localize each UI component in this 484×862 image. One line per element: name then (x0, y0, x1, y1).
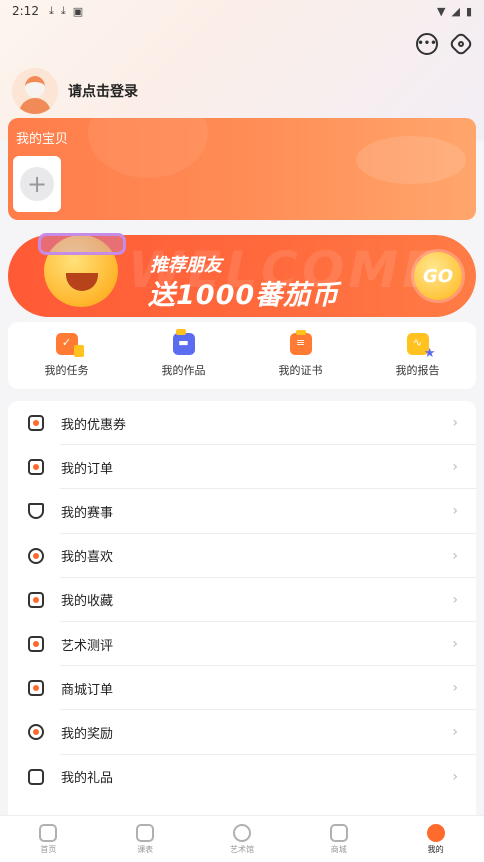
menu-item-competitions[interactable]: 我的赛事 › (8, 489, 476, 534)
plus-icon: + (20, 167, 54, 201)
menu-item-label: 我的订单 (61, 461, 114, 477)
quick-action-label: 我的任务 (44, 364, 89, 377)
quick-action-label: 我的证书 (278, 364, 323, 377)
order-icon (28, 459, 44, 476)
a-icon: ▣ (72, 4, 84, 18)
menu-item-label: 商城订单 (61, 682, 114, 698)
my-baby-card: 我的宝贝 + (8, 118, 476, 220)
tab-schedule[interactable]: 课表 (100, 823, 190, 855)
chevron-right-icon: › (452, 547, 458, 564)
tab-label: 我的 (427, 844, 444, 854)
reward-icon (28, 724, 44, 741)
report-icon: ∿ (406, 333, 436, 361)
chevron-right-icon: › (452, 591, 458, 608)
heart-icon (28, 547, 44, 564)
chevron-right-icon: › (452, 415, 458, 432)
shop-order-icon (28, 680, 44, 697)
menu-item-label: 我的奖励 (61, 726, 114, 742)
header-actions: ••• (416, 31, 474, 57)
tab-label: 商城 (330, 844, 347, 854)
works-icon: ▬ (172, 329, 195, 355)
emoji-mascot-icon (34, 229, 130, 311)
signal-icon: ◢ (451, 4, 460, 18)
bookmark-icon (28, 591, 44, 608)
menu-item-rewards[interactable]: 我的奖励 › (8, 710, 476, 755)
schedule-icon (136, 823, 155, 842)
menu-item-art-assessment[interactable]: 艺术测评 › (8, 622, 476, 667)
tab-home[interactable]: 首页 (3, 823, 93, 855)
add-baby-button[interactable]: + (13, 156, 61, 212)
quick-action-works[interactable]: ▬ 我的作品 (134, 329, 234, 378)
chevron-right-icon: › (452, 459, 458, 476)
tab-mine[interactable]: 我的 (391, 823, 481, 855)
avatar[interactable] (12, 68, 58, 114)
menu-item-label: 我的优惠券 (61, 417, 127, 433)
task-icon: ✓ (55, 333, 84, 357)
quick-actions: ✓ 我的任务 ▬ 我的作品 ≡ 我的证书 ∿ 我的报告 (8, 322, 476, 389)
quick-action-certificates[interactable]: ≡ 我的证书 (251, 330, 351, 378)
menu-item-label: 我的礼品 (61, 771, 114, 787)
palette-icon (232, 823, 251, 842)
quick-action-label: 我的作品 (161, 364, 206, 377)
download-icon: ⤓ (60, 4, 66, 17)
download-icon: ⤓ (48, 4, 54, 17)
bottom-tab-bar: 首页 课表 艺术馆 商城 我的 (0, 815, 484, 862)
gift-icon (28, 768, 44, 785)
tab-shop[interactable]: 商城 (294, 823, 384, 855)
tab-label: 首页 (40, 844, 57, 854)
menu-item-label: 我的收藏 (61, 594, 114, 610)
go-button[interactable]: GO (414, 252, 462, 300)
chevron-right-icon: › (452, 636, 458, 653)
banner-title: 送1000蕃茄币 (148, 280, 340, 311)
menu-item-favorites[interactable]: 我的收藏 › (8, 578, 476, 623)
menu-item-gifts[interactable]: 我的礼品 › (8, 755, 476, 799)
baby-card-title: 我的宝贝 (16, 132, 69, 147)
quick-action-label: 我的报告 (395, 364, 440, 377)
menu-item-coupons[interactable]: 我的优惠券 › (8, 401, 476, 446)
referral-banner[interactable]: WELCOME 推荐朋友 送1000蕃茄币 GO (8, 233, 476, 317)
menu-item-label: 艺术测评 (61, 638, 114, 654)
menu-item-label: 我的喜欢 (61, 550, 114, 566)
chevron-right-icon: › (452, 724, 458, 741)
profile-icon (426, 823, 445, 842)
status-time: 2:12 (12, 4, 39, 18)
certificate-icon: ≡ (289, 330, 312, 355)
tab-label: 艺术馆 (229, 844, 254, 854)
menu-item-shop-orders[interactable]: 商城订单 › (8, 666, 476, 711)
chevron-right-icon: › (452, 680, 458, 697)
quick-action-reports[interactable]: ∿ 我的报告 (368, 333, 468, 378)
wifi-icon: ▼ (437, 4, 446, 18)
battery-icon: ▮ (465, 4, 472, 18)
trophy-icon (28, 503, 44, 520)
assessment-icon (28, 636, 44, 653)
shop-icon (329, 823, 348, 842)
menu-item-orders[interactable]: 我的订单 › (8, 445, 476, 490)
tab-label: 课表 (137, 844, 154, 854)
quick-action-tasks[interactable]: ✓ 我的任务 (17, 333, 117, 378)
chevron-right-icon: › (452, 768, 458, 785)
login-link[interactable]: 请点击登录 (68, 81, 138, 101)
menu-item-label: 我的赛事 (61, 505, 114, 521)
profile-section[interactable]: 请点击登录 (12, 68, 138, 114)
home-icon (39, 823, 58, 842)
tab-art-gallery[interactable]: 艺术馆 (197, 823, 287, 855)
message-icon[interactable]: ••• (416, 33, 438, 55)
status-bar: 2:12 ⤓ ⤓ ▣ ▼ ◢ ▮ (0, 0, 484, 22)
chevron-right-icon: › (452, 503, 458, 520)
coupon-icon (28, 415, 44, 432)
menu-list: 我的优惠券 › 我的订单 › 我的赛事 › 我的喜欢 › 我的收藏 › 艺术测评… (8, 401, 476, 821)
menu-item-likes[interactable]: 我的喜欢 › (8, 534, 476, 578)
settings-icon[interactable] (448, 31, 474, 57)
